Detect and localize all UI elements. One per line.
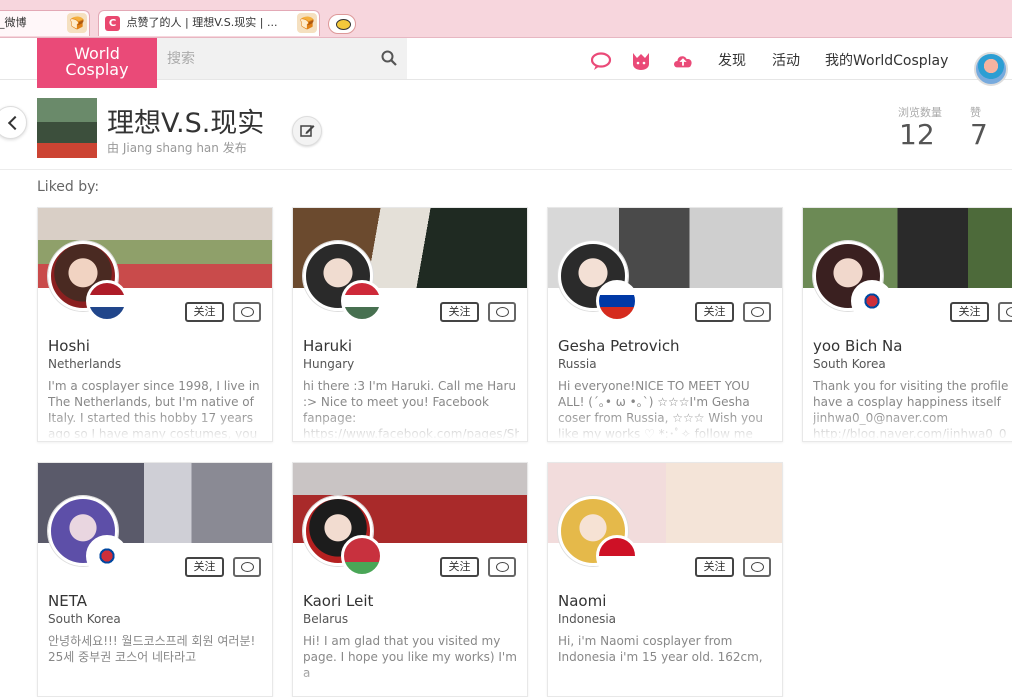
message-button[interactable]: [488, 557, 516, 577]
likes-count: 7: [970, 118, 988, 151]
flag-russia-icon: [596, 280, 638, 322]
message-button[interactable]: [743, 557, 771, 577]
cloud-upload-icon[interactable]: [672, 51, 694, 71]
user-name[interactable]: Hoshi: [48, 337, 90, 355]
toast-icon: 🍞: [67, 13, 87, 33]
message-button[interactable]: [998, 302, 1012, 322]
nav-discover[interactable]: 发现: [718, 50, 746, 70]
browser-tab-weibo[interactable]: _微博 🍞: [0, 10, 90, 36]
views-count: 12: [899, 118, 935, 151]
nav-events[interactable]: 活动: [772, 50, 800, 70]
user-country: South Korea: [48, 612, 121, 626]
user-card[interactable]: 关注 Naomi Indonesia Hi, i'm Naomi cosplay…: [547, 462, 783, 697]
user-bio: Hi everyone!NICE TO MEET YOU ALL! (´｡• ω…: [558, 379, 764, 440]
message-button[interactable]: [233, 302, 261, 322]
worldcosplay-favicon-icon: C: [105, 15, 120, 31]
chat-bubbles-icon[interactable]: [591, 51, 613, 71]
user-bio: 안녕하세요!!! 월드코스프레 회원 여러분! 25세 중부권 코스어 네타라고: [48, 634, 256, 664]
cat-flame-icon[interactable]: [630, 51, 652, 71]
message-button[interactable]: [233, 557, 261, 577]
flag-hungary-icon: [341, 280, 383, 322]
browser-tab-active[interactable]: C 点赞了的人 | 理想V.S.现实 | ... 🍞: [98, 10, 320, 36]
user-card[interactable]: 关注 Kaori Leit Belarus Hi! I am glad that…: [292, 462, 528, 697]
user-avatar[interactable]: [974, 52, 1008, 86]
flag-netherlands-icon: [86, 280, 128, 322]
follow-button[interactable]: 关注: [950, 302, 989, 322]
user-name[interactable]: Haruki: [303, 337, 352, 355]
follow-button[interactable]: 关注: [440, 302, 479, 322]
worldcosplay-logo[interactable]: World Cosplay: [37, 38, 157, 88]
photo-title: 理想V.S.现实: [107, 108, 265, 139]
user-card[interactable]: 关注 Hoshi Netherlands I'm a cosplayer sin…: [37, 207, 273, 442]
user-card[interactable]: 关注 Gesha Petrovich Russia Hi everyone!NI…: [547, 207, 783, 442]
photo-byline: 由 Jiang shang han 发布: [107, 141, 247, 155]
user-country: Russia: [558, 357, 597, 371]
user-country: South Korea: [813, 357, 886, 371]
toast-icon: 🍞: [297, 13, 317, 33]
user-name[interactable]: Gesha Petrovich: [558, 337, 680, 355]
user-name[interactable]: NETA: [48, 592, 87, 610]
user-bio: Hi! I am glad that you visited my page. …: [303, 634, 517, 680]
user-card[interactable]: 关注 NETA South Korea 안녕하세요!!! 월드코스프레 회원 여…: [37, 462, 273, 697]
flag-south-korea-icon: [86, 535, 128, 577]
user-bio: Hi, i'm Naomi cosplayer from Indonesia i…: [558, 634, 763, 664]
site-header: World Cosplay 发现 活动 我的WorldCosplay: [0, 38, 1012, 88]
user-card[interactable]: 关注 yoo Bich Na South Korea Thank you for…: [802, 207, 1012, 442]
user-bio: I'm a cosplayer since 1998, I live in Th…: [48, 379, 260, 440]
nav-my-worldcosplay[interactable]: 我的WorldCosplay: [825, 50, 948, 70]
follow-button[interactable]: 关注: [695, 557, 734, 577]
user-country: Indonesia: [558, 612, 617, 626]
user-name[interactable]: Naomi: [558, 592, 606, 610]
pencil-icon: [300, 125, 315, 137]
user-name[interactable]: Kaori Leit: [303, 592, 373, 610]
user-name[interactable]: yoo Bich Na: [813, 337, 902, 355]
search-input[interactable]: [157, 38, 367, 79]
follow-button[interactable]: 关注: [695, 302, 734, 322]
logo-line-2: Cosplay: [65, 60, 129, 79]
tab-label: 点赞了的人 | 理想V.S.现实 | ...: [126, 16, 278, 29]
follow-button[interactable]: 关注: [185, 302, 224, 322]
edit-button[interactable]: [292, 116, 322, 146]
follow-button[interactable]: 关注: [185, 557, 224, 577]
browser-tab-bar: _微博 🍞 C 点赞了的人 | 理想V.S.现实 | ... 🍞: [0, 0, 1012, 38]
photo-thumbnail[interactable]: [37, 98, 97, 158]
section-divider: [0, 169, 1012, 170]
back-button[interactable]: [0, 106, 27, 139]
user-country: Hungary: [303, 357, 355, 371]
flag-belarus-icon: [341, 535, 383, 577]
user-country: Netherlands: [48, 357, 122, 371]
follow-button[interactable]: 关注: [440, 557, 479, 577]
message-button[interactable]: [743, 302, 771, 322]
tab-label: _微博: [0, 16, 27, 29]
user-country: Belarus: [303, 612, 349, 626]
new-tab-button[interactable]: [328, 14, 356, 34]
liked-by-label: Liked by:: [37, 179, 100, 195]
flag-indonesia-icon: [596, 535, 638, 577]
search-box: [157, 38, 407, 79]
flag-south-korea-icon: [851, 280, 893, 322]
user-bio: Thank you for visiting the profile I hav…: [813, 379, 1012, 440]
message-button[interactable]: [488, 302, 516, 322]
user-card[interactable]: 关注 Haruki Hungary hi there :3 I'm Haruki…: [292, 207, 528, 442]
user-bio: hi there :3 I'm Haruki. Call me Haru :> …: [303, 379, 519, 440]
search-icon[interactable]: [381, 50, 397, 66]
